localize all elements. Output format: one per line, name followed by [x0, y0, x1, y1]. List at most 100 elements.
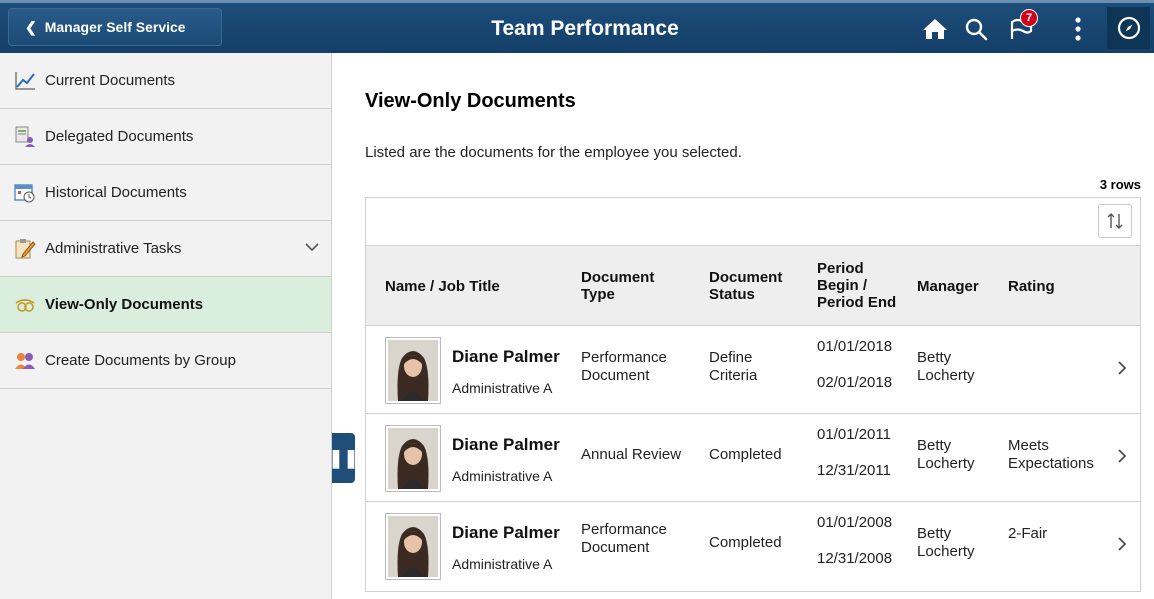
manager-name: Betty Locherty	[917, 437, 975, 473]
employee-job-title: Administrative A	[452, 556, 553, 572]
header-line: Document	[709, 269, 783, 286]
document-status-line: Criteria	[709, 367, 758, 384]
period-end: 02/01/2018	[817, 374, 893, 391]
employee-photo	[385, 513, 441, 580]
column-header-document-status[interactable]: Document Status	[709, 269, 782, 303]
notifications-flag-icon[interactable]: 7	[1002, 9, 1042, 47]
header-line: Period End	[817, 294, 897, 311]
navbar-compass-button[interactable]	[1107, 7, 1150, 49]
header-line: Period	[817, 260, 864, 277]
chevron-right-icon[interactable]	[1117, 449, 1127, 467]
column-header-rating[interactable]: Rating	[1008, 278, 1055, 295]
sidebar-item-label: Delegated Documents	[45, 128, 194, 145]
header-line: Type	[581, 286, 615, 303]
period-begin: 01/01/2008	[817, 514, 893, 531]
manager-line: Betty	[917, 349, 952, 366]
manager-line: Locherty	[917, 543, 975, 560]
rating-line: 2-Fair	[1008, 525, 1048, 542]
section-description: Listed are the documents for the employe…	[365, 144, 742, 161]
employee-photo	[385, 425, 441, 492]
group-icon	[14, 350, 36, 372]
column-header-period[interactable]: Period Begin / Period End	[817, 260, 896, 311]
grid-toolbar	[366, 198, 1140, 246]
header-line: Document	[581, 269, 655, 286]
column-header-document-type[interactable]: Document Type	[581, 269, 654, 303]
manager-line: Locherty	[917, 455, 975, 472]
chevron-right-icon[interactable]	[1117, 537, 1127, 555]
document-type: Annual Review	[581, 446, 681, 464]
back-button[interactable]: ❮ Manager Self Service	[8, 8, 222, 46]
sidebar-item-view-only-documents[interactable]: View-Only Documents	[0, 277, 331, 333]
employee-name: Diane Palmer	[452, 347, 560, 366]
calendar-clock-icon	[14, 182, 36, 204]
table-row[interactable]: Diane Palmer Administrative A Performanc…	[366, 502, 1140, 590]
period-begin: 01/01/2018	[817, 338, 893, 355]
document-type: Performance Document	[581, 521, 667, 557]
sidebar-item-label: Historical Documents	[45, 184, 187, 201]
delegated-doc-icon	[14, 126, 36, 148]
rating-line: Expectations	[1008, 455, 1094, 472]
sidebar-item-current-documents[interactable]: Current Documents	[0, 53, 331, 109]
document-type-line: Document	[581, 367, 650, 384]
manager-line: Locherty	[917, 367, 975, 384]
chevron-right-icon[interactable]	[1117, 361, 1127, 379]
glasses-icon	[14, 294, 36, 316]
document-status: Completed	[709, 446, 782, 464]
document-type-line: Document	[581, 539, 650, 556]
sidebar-item-historical-documents[interactable]: Historical Documents	[0, 165, 331, 221]
document-type: Performance Document	[581, 349, 667, 385]
period-begin: 01/01/2011	[817, 426, 891, 443]
column-header-name[interactable]: Name / Job Title	[385, 278, 500, 295]
table-row[interactable]: Diane Palmer Administrative A Performanc…	[366, 326, 1140, 414]
document-status-line: Completed	[709, 534, 782, 551]
rating: 2-Fair	[1008, 525, 1047, 543]
sidebar: Current Documents Delegated Documents Hi…	[0, 53, 332, 599]
sort-icon	[1107, 213, 1123, 229]
manager-line: Betty	[917, 437, 952, 454]
back-button-label: Manager Self Service	[44, 19, 186, 35]
manager-name: Betty Locherty	[917, 525, 975, 561]
chevron-down-icon[interactable]	[305, 239, 319, 256]
document-status: Completed	[709, 534, 782, 552]
period-end: 12/31/2008	[817, 550, 893, 567]
employee-job-title: Administrative A	[452, 468, 553, 484]
documents-grid: Name / Job Title Document Type Document …	[365, 197, 1141, 592]
manager-name: Betty Locherty	[917, 349, 975, 385]
sidebar-item-label: Current Documents	[45, 72, 176, 89]
header-bar: ❮ Manager Self Service Team Performance …	[0, 0, 1154, 53]
collapse-sidebar-button[interactable]: ❚❚	[328, 433, 359, 483]
document-type-line: Performance	[581, 349, 667, 366]
employee-job-title: Administrative A	[452, 380, 553, 396]
sidebar-item-label: Administrative Tasks	[45, 240, 182, 257]
clipboard-edit-icon	[14, 238, 36, 260]
sidebar-item-delegated-documents[interactable]: Delegated Documents	[0, 109, 331, 165]
chevron-left-icon: ❮	[25, 18, 37, 35]
sort-button[interactable]	[1098, 204, 1132, 238]
employee-photo	[385, 337, 441, 404]
employee-name: Diane Palmer	[452, 435, 560, 454]
pause-icon: ❚❚	[328, 447, 359, 468]
notification-badge: 7	[1020, 9, 1038, 27]
manager-line: Betty	[917, 525, 952, 542]
document-status-line: Completed	[709, 446, 782, 463]
section-title: View-Only Documents	[365, 90, 576, 112]
compass-icon	[1117, 16, 1140, 40]
sidebar-item-label: Create Documents by Group	[45, 352, 236, 369]
grid-header: Name / Job Title Document Type Document …	[366, 246, 1140, 326]
sidebar-item-administrative-tasks[interactable]: Administrative Tasks	[0, 221, 331, 277]
chart-line-icon	[14, 70, 36, 92]
sidebar-item-label: View-Only Documents	[45, 296, 204, 313]
table-row[interactable]: Diane Palmer Administrative A Annual Rev…	[366, 414, 1140, 502]
column-header-manager[interactable]: Manager	[917, 278, 979, 295]
search-icon[interactable]	[958, 11, 994, 47]
sidebar-item-create-documents-by-group[interactable]: Create Documents by Group	[0, 333, 331, 389]
home-icon[interactable]	[917, 11, 953, 47]
more-options-icon[interactable]	[1064, 11, 1092, 47]
document-type-line: Performance	[581, 521, 667, 538]
document-type-line: Annual Review	[581, 446, 682, 463]
document-status: Define Criteria	[709, 349, 757, 385]
rating-line: Meets	[1008, 437, 1049, 454]
header-line: Status	[709, 286, 755, 303]
page-title: Team Performance	[491, 17, 679, 40]
document-status-line: Define	[709, 349, 753, 366]
